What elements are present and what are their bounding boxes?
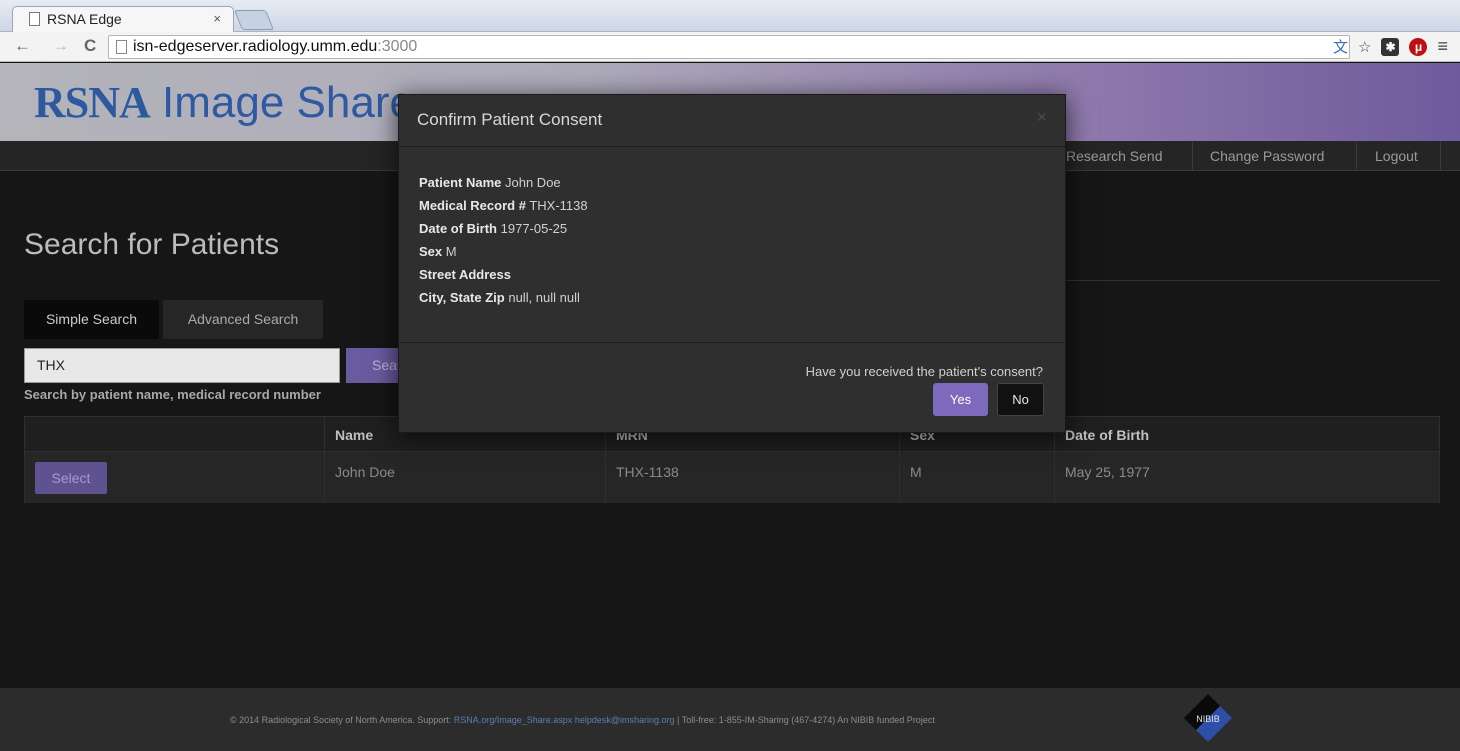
bookmark-star-icon[interactable]: ☆ [1358, 38, 1371, 56]
new-tab-button[interactable] [233, 10, 275, 30]
nibib-logo: NIBIB [1184, 694, 1232, 742]
nav-research-send[interactable]: Research Send [1066, 148, 1163, 164]
column-header-action [25, 417, 325, 451]
cell-sex: M [900, 452, 1055, 503]
column-header-dob[interactable]: Date of Birth [1055, 417, 1441, 451]
forward-icon[interactable]: → [52, 36, 69, 56]
close-icon[interactable]: × [1036, 107, 1047, 128]
table-row: Select John Doe THX-1138 M May 25, 1977 [25, 452, 1439, 503]
nav-logout[interactable]: Logout [1375, 148, 1418, 164]
translate-icon[interactable]: 文 [1333, 36, 1348, 57]
cell-dob: May 25, 1977 [1065, 464, 1150, 480]
reload-icon[interactable]: C [84, 36, 96, 56]
svg-text:NIBIB: NIBIB [1196, 714, 1220, 724]
support-link[interactable]: RSNA.org/Image_Share.aspx [454, 715, 573, 725]
field-city-state-zip: City, State Zip null, null null [419, 290, 580, 305]
search-input[interactable]: THX [24, 348, 340, 383]
consent-modal: Confirm Patient Consent × Patient Name J… [398, 94, 1066, 433]
browser-tab[interactable]: RSNA Edge × [12, 6, 234, 32]
cell-mrn: THX-1138 [606, 452, 900, 503]
field-medical-record: Medical Record # THX-1138 [419, 198, 588, 213]
ublock-icon[interactable]: μ [1409, 37, 1428, 56]
tab-title: RSNA Edge [47, 11, 122, 27]
browser-tabstrip: RSNA Edge × [0, 0, 1460, 32]
tab-advanced-search[interactable]: Advanced Search [163, 300, 323, 339]
helpdesk-link[interactable]: helpdesk@imsharing.org [575, 715, 675, 725]
back-icon[interactable]: ← [14, 36, 31, 56]
cell-name: John Doe [325, 452, 606, 503]
close-tab-icon[interactable]: × [213, 11, 221, 26]
modal-header: Confirm Patient Consent × [399, 95, 1065, 147]
footer-text: © 2014 Radiological Society of North Ame… [230, 715, 935, 725]
menu-icon[interactable]: ≡ [1437, 36, 1448, 57]
nav-change-password[interactable]: Change Password [1210, 148, 1324, 164]
search-button[interactable]: Search [346, 348, 416, 383]
patient-details: Patient Name John Doe Medical Record # T… [419, 175, 588, 313]
logo: RSNA Image Share [34, 78, 414, 127]
modal-title: Confirm Patient Consent [417, 110, 603, 129]
browser-toolbar: ← → C isn-edgeserver.radiology.umm.edu:3… [0, 32, 1460, 62]
field-date-of-birth: Date of Birth 1977-05-25 [419, 221, 568, 236]
consent-question: Have you received the patient's consent? [805, 364, 1043, 379]
page-icon [29, 12, 40, 26]
modal-footer: Have you received the patient's consent?… [399, 342, 1065, 434]
footer: © 2014 Radiological Society of North Ame… [0, 688, 1460, 751]
tab-simple-search[interactable]: Simple Search [24, 300, 159, 339]
select-button[interactable]: Select [35, 462, 107, 494]
field-sex: Sex M [419, 244, 457, 259]
field-street-address: Street Address [419, 267, 511, 282]
field-patient-name: Patient Name John Doe [419, 175, 561, 190]
yes-button[interactable]: Yes [933, 383, 988, 416]
extension-icon[interactable]: ✱ [1381, 37, 1400, 56]
page-icon [116, 40, 127, 54]
no-button[interactable]: No [997, 383, 1044, 416]
url-text: isn-edgeserver.radiology.umm.edu:3000 [133, 38, 418, 55]
page-title: Search for Patients [24, 228, 280, 261]
address-bar[interactable]: isn-edgeserver.radiology.umm.edu:3000 [108, 35, 1350, 59]
search-help-text: Search by patient name, medical record n… [24, 387, 321, 402]
extension-icons: 文 ☆ ✱ μ ≡ [1333, 36, 1448, 57]
